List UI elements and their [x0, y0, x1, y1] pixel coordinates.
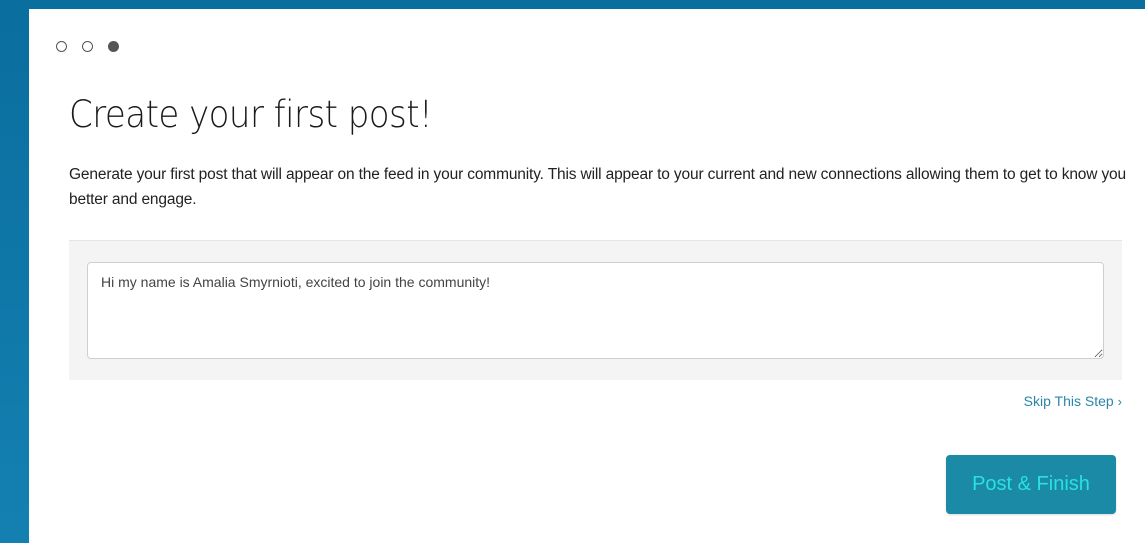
page-description: Generate your first post that will appea… [69, 166, 1126, 208]
onboarding-modal: Create your first post! Generate your fi… [29, 9, 1145, 543]
post-textarea[interactable] [87, 262, 1104, 359]
page-title: Create your first post! [69, 93, 433, 136]
skip-step-label: Skip This Step [1023, 393, 1114, 409]
step-2-dot [82, 41, 93, 52]
step-1-dot [56, 41, 67, 52]
post-and-finish-button[interactable]: Post & Finish [946, 455, 1116, 514]
step-3-dot [108, 41, 119, 52]
skip-step-link[interactable]: Skip This Step › [1024, 393, 1122, 409]
step-indicator [56, 41, 119, 52]
chevron-right-icon: › [1117, 393, 1122, 409]
post-composer-panel [69, 240, 1122, 380]
